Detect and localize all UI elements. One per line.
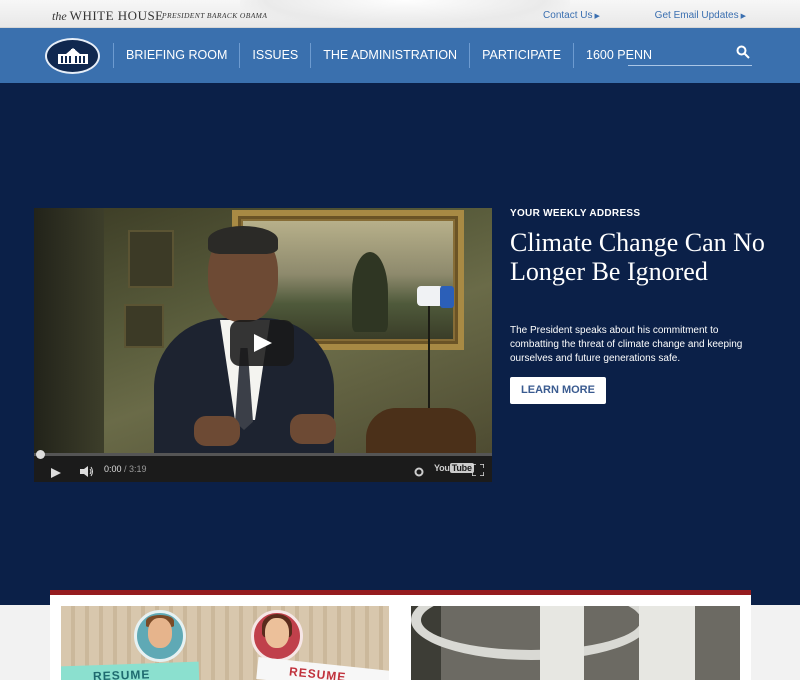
avatar-face: [148, 618, 172, 648]
duration: 3:19: [129, 464, 147, 474]
video-person-hair: [208, 226, 278, 254]
hero-description: The President speaks about his commitmen…: [510, 325, 743, 364]
youtube-logo[interactable]: You Tube: [434, 463, 474, 473]
feature-card-white-house-photo[interactable]: [411, 606, 740, 680]
volume-icon[interactable]: [80, 464, 94, 482]
search-icon[interactable]: [736, 45, 750, 64]
photo-column: [540, 606, 584, 680]
hero-kicker: YOUR WEEKLY ADDRESS: [510, 208, 641, 219]
nav-item-issues[interactable]: ISSUES: [239, 43, 310, 68]
site-subtitle: PRESIDENT BARACK OBAMA: [162, 11, 268, 20]
contact-us-link[interactable]: Contact Us ▶: [517, 10, 600, 21]
resume-label: RESUME: [256, 657, 389, 680]
resume-label: RESUME: [61, 661, 200, 680]
video-person-hand: [290, 414, 336, 444]
progress-handle[interactable]: [36, 450, 45, 459]
site-title-prefix: the: [52, 9, 67, 23]
hero-title[interactable]: Climate Change Can No Longer Be Ignored: [510, 228, 770, 286]
email-updates-link[interactable]: Get Email Updates ▶: [629, 10, 746, 21]
youtube-logo-left: You: [434, 463, 450, 473]
time-separator: /: [121, 464, 130, 474]
email-updates-label: Get Email Updates: [654, 10, 739, 21]
photo-column: [639, 606, 695, 680]
top-bar: the WHITE HOUSE PRESIDENT BARACK OBAMA C…: [0, 0, 800, 28]
nav-item-the-administration[interactable]: THE ADMINISTRATION: [310, 43, 469, 68]
search-box: [628, 44, 752, 66]
white-house-icon: [58, 48, 88, 64]
video-wall-painting: [124, 304, 164, 348]
video-painting-tree: [352, 252, 388, 332]
white-house-logo[interactable]: [45, 38, 100, 74]
control-play-icon[interactable]: [51, 465, 61, 482]
youtube-logo-right: Tube: [449, 463, 474, 473]
photo-arch: [411, 606, 651, 660]
chevron-right-icon: ▶: [740, 13, 746, 20]
nav-item-participate[interactable]: PARTICIPATE: [469, 43, 573, 68]
site-title[interactable]: the WHITE HOUSE: [52, 8, 164, 24]
current-time: 0:00: [104, 464, 122, 474]
fullscreen-icon[interactable]: [471, 463, 485, 481]
video-wall-painting: [128, 230, 174, 288]
hero-section: 0:00 / 3:19 You Tube YOUR WEEKLY ADDRESS …: [0, 83, 800, 605]
play-button[interactable]: [230, 320, 294, 366]
feature-card-resumes[interactable]: RESUME RESUME: [61, 606, 389, 680]
video-lamp-light: [440, 286, 454, 308]
play-icon: [254, 334, 272, 352]
search-input[interactable]: [628, 44, 728, 64]
nav-item-briefing-room[interactable]: BRIEFING ROOM: [113, 43, 239, 68]
main-nav: BRIEFING ROOM ISSUES THE ADMINISTRATION …: [0, 28, 800, 83]
video-curtain: [34, 208, 104, 482]
video-time: 0:00 / 3:19: [104, 464, 147, 474]
top-links: Contact Us ▶ Get Email Updates ▶: [491, 10, 746, 21]
settings-gear-icon[interactable]: [414, 464, 424, 482]
nav-menu: BRIEFING ROOM ISSUES THE ADMINISTRATION …: [113, 43, 664, 68]
video-player[interactable]: 0:00 / 3:19 You Tube: [34, 208, 492, 482]
site-title-main: WHITE HOUSE: [69, 8, 164, 23]
avatar-face: [265, 618, 289, 648]
learn-more-button[interactable]: LEARN MORE: [510, 377, 606, 404]
chevron-right-icon: ▶: [594, 13, 600, 20]
video-person-hand: [194, 416, 240, 446]
video-progress-bar[interactable]: [34, 450, 492, 459]
contact-us-label: Contact Us: [543, 10, 593, 21]
video-controls: 0:00 / 3:19 You Tube: [34, 450, 492, 482]
